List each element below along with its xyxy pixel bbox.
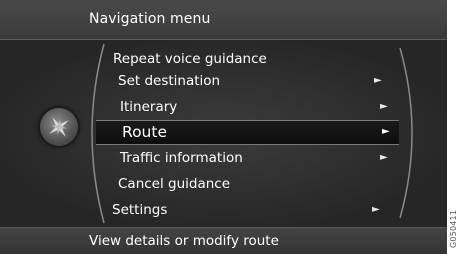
menu-item-settings[interactable]: Settings ► [100, 199, 390, 221]
menu-item-set-destination[interactable]: Set destination ► [100, 70, 390, 92]
menu-item-itinerary[interactable]: Itinerary ► [100, 96, 390, 118]
page-title: Navigation menu [89, 11, 211, 27]
menu-area: Repeat voice guidance Set destination ► … [0, 40, 447, 227]
right-arc-decoration [399, 47, 413, 219]
menu-item-traffic-information[interactable]: Traffic information ► [100, 147, 390, 169]
menu-item-label: Traffic information [120, 150, 243, 166]
chevron-right-icon: ► [372, 204, 380, 215]
menu-item-label: Settings [112, 202, 168, 218]
menu-item-repeat-voice-guidance[interactable]: Repeat voice guidance [100, 48, 390, 70]
chevron-right-icon: ► [382, 126, 390, 137]
menu-item-cancel-guidance[interactable]: Cancel guidance [100, 173, 390, 195]
compass-rose-icon [49, 117, 69, 137]
navigation-screen: Navigation menu Repeat voice guidance Se… [0, 0, 447, 254]
chevron-right-icon: ► [374, 75, 382, 86]
header-bar: Navigation menu [0, 0, 447, 40]
menu-item-label: Cancel guidance [118, 176, 231, 192]
menu-item-route[interactable]: Route ► [96, 120, 399, 145]
chevron-right-icon: ► [380, 101, 388, 112]
menu-item-label: Route [122, 123, 167, 141]
menu-item-label: Set destination [118, 73, 221, 89]
status-footer: View details or modify route [0, 227, 447, 254]
controller-knob[interactable] [40, 108, 78, 146]
image-reference-code: G050411 [449, 209, 458, 248]
menu-item-label: Itinerary [120, 99, 178, 115]
chevron-right-icon: ► [380, 152, 388, 163]
footer-hint-text: View details or modify route [89, 233, 279, 249]
menu-item-label: Repeat voice guidance [113, 51, 267, 67]
